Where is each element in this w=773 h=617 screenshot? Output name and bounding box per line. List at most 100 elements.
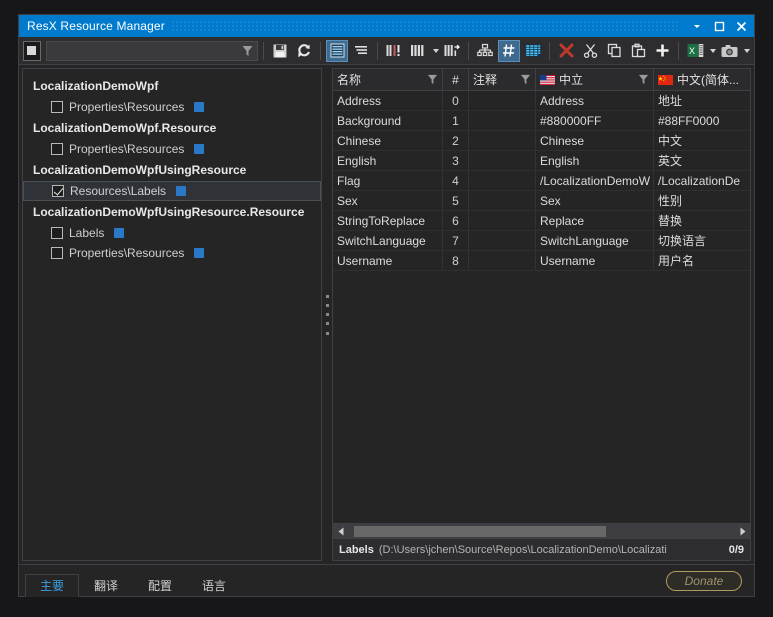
- table-row[interactable]: Username 8 Username 用户名: [333, 251, 750, 271]
- search-box[interactable]: [46, 41, 258, 61]
- grid-column-header-index[interactable]: #: [443, 69, 469, 90]
- cell-name[interactable]: SwitchLanguage: [333, 231, 443, 250]
- cell-chinese[interactable]: 切换语言: [654, 231, 750, 250]
- delete-button[interactable]: [555, 40, 577, 62]
- excel-export-button[interactable]: X: [684, 40, 706, 62]
- snapshot-dropdown-icon[interactable]: [744, 49, 750, 53]
- toggle-invariant-button[interactable]: [350, 40, 372, 62]
- filter-icon[interactable]: [520, 74, 531, 85]
- scrollbar-thumb[interactable]: [354, 526, 606, 537]
- cell-index[interactable]: 7: [443, 231, 469, 250]
- tree-item-selected[interactable]: Resources\Labels: [23, 181, 321, 201]
- cell-neutral[interactable]: Sex: [536, 191, 654, 210]
- cell-index[interactable]: 1: [443, 111, 469, 130]
- tree-item-checkbox[interactable]: [51, 143, 63, 155]
- cell-name[interactable]: Chinese: [333, 131, 443, 150]
- cell-neutral[interactable]: Chinese: [536, 131, 654, 150]
- table-row[interactable]: StringToReplace 6 Replace 替换: [333, 211, 750, 231]
- toggle-cells-button[interactable]: [326, 40, 348, 62]
- cell-comment[interactable]: [469, 131, 536, 150]
- tab-translate[interactable]: 翻译: [79, 574, 133, 597]
- scrollbar-track[interactable]: [348, 524, 735, 539]
- scroll-right-button[interactable]: [735, 524, 750, 539]
- table-row[interactable]: SwitchLanguage 7 SwitchLanguage 切换语言: [333, 231, 750, 251]
- cell-comment[interactable]: [469, 191, 536, 210]
- cell-chinese[interactable]: 英文: [654, 151, 750, 170]
- key-column-button[interactable]: [498, 40, 520, 62]
- cell-name[interactable]: Address: [333, 91, 443, 110]
- cell-index[interactable]: 8: [443, 251, 469, 270]
- close-button[interactable]: [730, 16, 752, 36]
- cell-index[interactable]: 2: [443, 131, 469, 150]
- snapshot-button[interactable]: [718, 40, 740, 62]
- search-input[interactable]: [47, 45, 257, 57]
- grid-column-header-neutral[interactable]: 中立: [536, 69, 654, 90]
- cell-neutral[interactable]: /LocalizationDemoW: [536, 171, 654, 190]
- search-filter-icon[interactable]: [242, 45, 253, 57]
- table-row[interactable]: Flag 4 /LocalizationDemoW /LocalizationD…: [333, 171, 750, 191]
- tree-item-checkbox[interactable]: [52, 185, 64, 197]
- tree-item-checkbox[interactable]: [51, 247, 63, 259]
- save-button[interactable]: [269, 40, 291, 62]
- cell-comment[interactable]: [469, 111, 536, 130]
- maximize-button[interactable]: [708, 16, 730, 36]
- cell-name[interactable]: Username: [333, 251, 443, 270]
- language-columns-dropdown-icon[interactable]: [433, 49, 439, 53]
- grid-rows[interactable]: Address 0 Address 地址 Background 1 #88000…: [333, 91, 750, 523]
- cell-chinese[interactable]: 替换: [654, 211, 750, 230]
- toggle-errors-button[interactable]: [383, 40, 405, 62]
- tab-languages[interactable]: 语言: [187, 574, 241, 597]
- group-tree-button[interactable]: [474, 40, 496, 62]
- cell-chinese[interactable]: 地址: [654, 91, 750, 110]
- excel-dropdown-icon[interactable]: [710, 49, 716, 53]
- copy-button[interactable]: [603, 40, 625, 62]
- cell-index[interactable]: 0: [443, 91, 469, 110]
- select-all-button[interactable]: [23, 41, 41, 61]
- cell-index[interactable]: 6: [443, 211, 469, 230]
- cell-chinese[interactable]: 性别: [654, 191, 750, 210]
- table-row[interactable]: Address 0 Address 地址: [333, 91, 750, 111]
- filter-icon[interactable]: [427, 74, 438, 85]
- cell-name[interactable]: Flag: [333, 171, 443, 190]
- cell-index[interactable]: 5: [443, 191, 469, 210]
- cell-index[interactable]: 3: [443, 151, 469, 170]
- cell-comment[interactable]: [469, 231, 536, 250]
- cell-name[interactable]: Background: [333, 111, 443, 130]
- grid-column-header-comment[interactable]: 注释: [469, 69, 536, 90]
- grid-column-header-name[interactable]: 名称: [333, 69, 443, 90]
- tree-item[interactable]: Properties\Resources: [23, 139, 321, 159]
- cell-comment[interactable]: [469, 211, 536, 230]
- cell-neutral[interactable]: SwitchLanguage: [536, 231, 654, 250]
- donate-button[interactable]: Donate: [666, 571, 742, 591]
- cell-chinese[interactable]: #88FF0000: [654, 111, 750, 130]
- tree-item-checkbox[interactable]: [51, 101, 63, 113]
- grid-column-header-chinese[interactable]: 中文(简体...: [654, 69, 751, 90]
- cell-chinese[interactable]: 用户名: [654, 251, 750, 270]
- tree-item[interactable]: Labels: [23, 223, 321, 243]
- cell-neutral[interactable]: Username: [536, 251, 654, 270]
- cell-neutral[interactable]: English: [536, 151, 654, 170]
- tree-item-checkbox[interactable]: [51, 227, 63, 239]
- grid-view-button[interactable]: [522, 40, 544, 62]
- tab-main[interactable]: 主要: [25, 574, 79, 597]
- table-row[interactable]: English 3 English 英文: [333, 151, 750, 171]
- add-button[interactable]: [651, 40, 673, 62]
- cell-comment[interactable]: [469, 251, 536, 270]
- cell-name[interactable]: English: [333, 151, 443, 170]
- cell-comment[interactable]: [469, 91, 536, 110]
- cell-name[interactable]: Sex: [333, 191, 443, 210]
- minimize-button[interactable]: [686, 16, 708, 36]
- tree-item[interactable]: Properties\Resources: [23, 243, 321, 263]
- paste-button[interactable]: [627, 40, 649, 62]
- resource-tree-panel[interactable]: LocalizationDemoWpf Properties\Resources…: [22, 68, 322, 561]
- cell-neutral[interactable]: Replace: [536, 211, 654, 230]
- table-row[interactable]: Chinese 2 Chinese 中文: [333, 131, 750, 151]
- cell-chinese[interactable]: 中文: [654, 131, 750, 150]
- cell-neutral[interactable]: #880000FF: [536, 111, 654, 130]
- cell-index[interactable]: 4: [443, 171, 469, 190]
- cell-comment[interactable]: [469, 171, 536, 190]
- panel-splitter[interactable]: [322, 68, 332, 561]
- title-bar-drag-area[interactable]: [171, 20, 680, 32]
- cell-neutral[interactable]: Address: [536, 91, 654, 110]
- cut-button[interactable]: [579, 40, 601, 62]
